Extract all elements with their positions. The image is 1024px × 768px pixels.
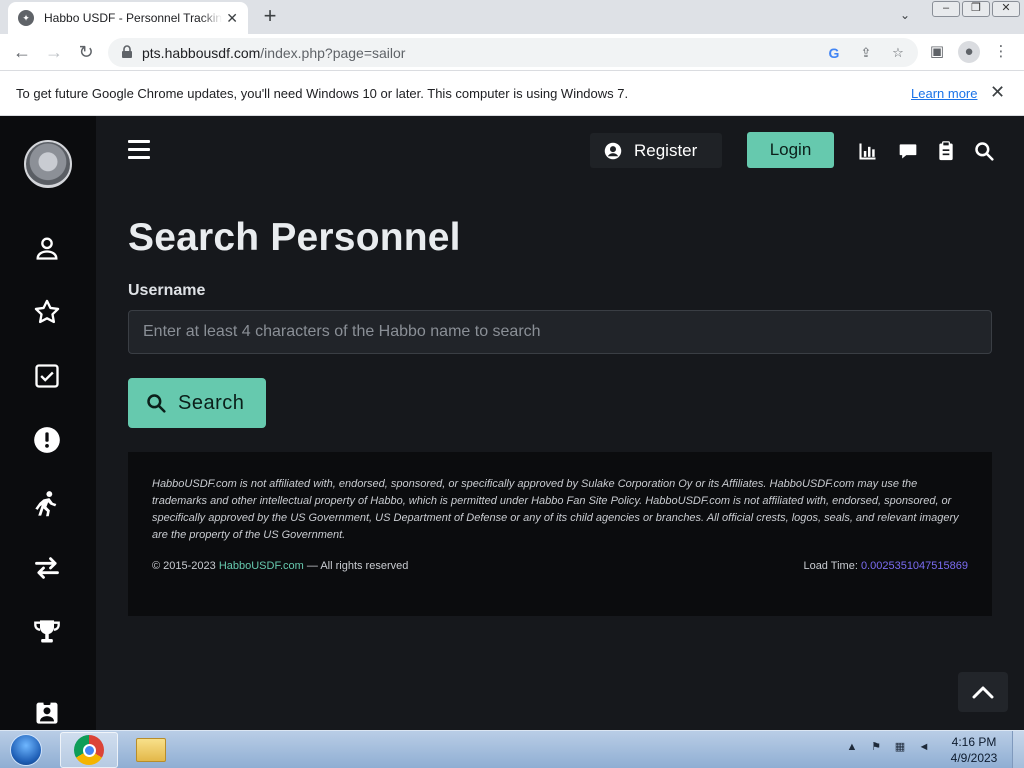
show-desktop-button[interactable] [1012, 731, 1024, 768]
update-infobar: To get future Google Chrome updates, you… [0, 71, 1024, 116]
tab-search-chevron-icon[interactable]: ⌄ [895, 8, 915, 26]
transfer-icon[interactable] [31, 552, 63, 584]
chevron-up-icon [972, 686, 994, 699]
user-circle-icon [604, 142, 622, 159]
browser-tab[interactable]: ✦ Habbo USDF - Personnel Tracking ✕ [8, 2, 248, 34]
tab-title: Habbo USDF - Personnel Tracking [44, 11, 222, 25]
sidebar [0, 116, 96, 730]
page-title: Search Personnel [128, 216, 461, 259]
taskbar-explorer-button[interactable] [122, 732, 180, 768]
chrome-menu-icon[interactable]: ⋮ [990, 41, 1012, 63]
star-icon[interactable] [31, 296, 63, 328]
tab-close-icon[interactable]: ✕ [226, 10, 238, 27]
taskbar-clock[interactable]: 4:16 PM 4/9/2023 [944, 734, 1004, 766]
start-button[interactable] [4, 732, 48, 768]
trophy-icon[interactable] [31, 616, 63, 648]
load-time-value: 0.0025351047515869 [860, 560, 968, 572]
windows-logo-icon [10, 734, 42, 766]
network-icon[interactable]: ▦ [892, 739, 908, 755]
username-search-input[interactable] [128, 310, 992, 354]
register-label: Register [634, 140, 698, 160]
alert-icon[interactable] [31, 424, 63, 456]
search-icon[interactable] [974, 141, 994, 161]
windows-taskbar: ▲ ⚑ ▦ ◄ 4:16 PM 4/9/2023 [0, 730, 1024, 768]
action-center-flag-icon[interactable]: ⚑ [868, 739, 884, 755]
hamburger-menu-icon[interactable] [128, 140, 150, 160]
share-icon[interactable]: ⇪ [856, 43, 876, 63]
minimize-button[interactable]: – [932, 1, 960, 17]
search-button-label: Search [178, 391, 245, 414]
folder-icon [136, 738, 166, 762]
url-text[interactable]: pts.habbousdf.com/index.php?page=sailor [142, 45, 405, 61]
search-button[interactable]: Search [128, 378, 266, 428]
site-favicon-icon: ✦ [18, 10, 34, 26]
clock-date: 4/9/2023 [950, 751, 998, 765]
username-label: Username [128, 282, 206, 299]
window-controls: – ❐ ✕ [932, 1, 1020, 17]
footer: HabboUSDF.com is not affiliated with, en… [128, 452, 992, 616]
lock-icon [122, 45, 132, 58]
site-home-link[interactable]: HabboUSDF.com [219, 560, 304, 572]
infobar-close-icon[interactable]: ✕ [990, 82, 1005, 103]
person-icon[interactable] [31, 232, 63, 264]
google-translate-icon[interactable]: G [824, 43, 844, 63]
login-button[interactable]: Login [747, 132, 834, 168]
chart-icon[interactable] [858, 141, 878, 161]
clipboard-icon[interactable] [936, 141, 956, 161]
bookmark-star-icon[interactable]: ☆ [888, 43, 908, 63]
infobar-message: To get future Google Chrome updates, you… [16, 86, 629, 101]
new-tab-button[interactable]: + [258, 4, 282, 28]
side-panel-icon[interactable]: ▣ [926, 41, 948, 63]
load-time-label: Load Time: [803, 560, 858, 572]
usdf-seal-logo[interactable] [24, 140, 72, 188]
scroll-to-top-button[interactable] [958, 672, 1008, 712]
close-window-button[interactable]: ✕ [992, 1, 1020, 17]
load-time: Load Time: 0.0025351047515869 [803, 560, 968, 572]
magnifier-icon [147, 394, 166, 413]
reload-icon[interactable]: ↻ [74, 40, 98, 64]
copyright-suffix: — All rights reserved [306, 560, 409, 572]
forward-arrow-icon[interactable]: → [42, 40, 66, 64]
running-icon[interactable] [31, 488, 63, 520]
tray-expand-icon[interactable]: ▲ [844, 739, 860, 755]
learn-more-link[interactable]: Learn more [911, 86, 977, 101]
clock-time: 4:16 PM [951, 735, 997, 749]
copyright-prefix: © 2015-2023 [152, 560, 216, 572]
checkbox-icon[interactable] [31, 360, 63, 392]
register-button[interactable]: Register [590, 133, 722, 168]
main-content: Register Login Search Personnel Username… [96, 116, 1024, 730]
id-badge-icon[interactable] [31, 696, 63, 728]
browser-tab-bar: ✦ Habbo USDF - Personnel Tracking ✕ + ⌄ … [0, 0, 1024, 34]
system-tray: ▲ ⚑ ▦ ◄ [844, 739, 932, 755]
chat-icon[interactable] [898, 141, 918, 161]
copyright: © 2015-2023 HabboUSDF.com — All rights r… [152, 560, 408, 572]
browser-toolbar: ← → ↻ pts.habbousdf.com/index.php?page=s… [0, 34, 1024, 71]
taskbar-chrome-button[interactable] [60, 732, 118, 768]
chrome-icon [74, 735, 104, 765]
legal-disclaimer: HabboUSDF.com is not affiliated with, en… [152, 478, 959, 541]
restore-button[interactable]: ❐ [962, 1, 990, 17]
address-bar[interactable]: pts.habbousdf.com/index.php?page=sailor … [108, 38, 918, 67]
profile-avatar-icon[interactable]: ● [958, 41, 980, 63]
volume-muted-icon[interactable]: ◄ [916, 739, 932, 755]
back-arrow-icon[interactable]: ← [10, 40, 34, 64]
